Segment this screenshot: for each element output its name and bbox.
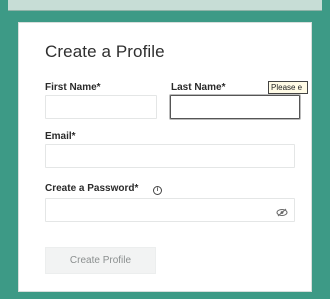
first-name-field[interactable]	[45, 95, 157, 119]
eye-slash-icon[interactable]	[276, 208, 288, 217]
email-field[interactable]	[45, 144, 295, 168]
validation-tooltip: Please e	[268, 81, 308, 94]
profile-card: Create a Profile First Name* Last Name* …	[18, 22, 312, 292]
email-label: Email*	[45, 131, 76, 142]
create-profile-button[interactable]: Create Profile	[45, 247, 156, 274]
page-title: Create a Profile	[45, 42, 165, 61]
password-label: Create a Password*	[45, 183, 139, 194]
last-name-field[interactable]	[170, 95, 300, 119]
first-name-label: First Name*	[45, 82, 101, 93]
password-field[interactable]	[45, 198, 295, 222]
header-strip	[8, 0, 322, 11]
info-icon[interactable]: i	[153, 186, 162, 195]
last-name-label: Last Name*	[171, 82, 226, 93]
